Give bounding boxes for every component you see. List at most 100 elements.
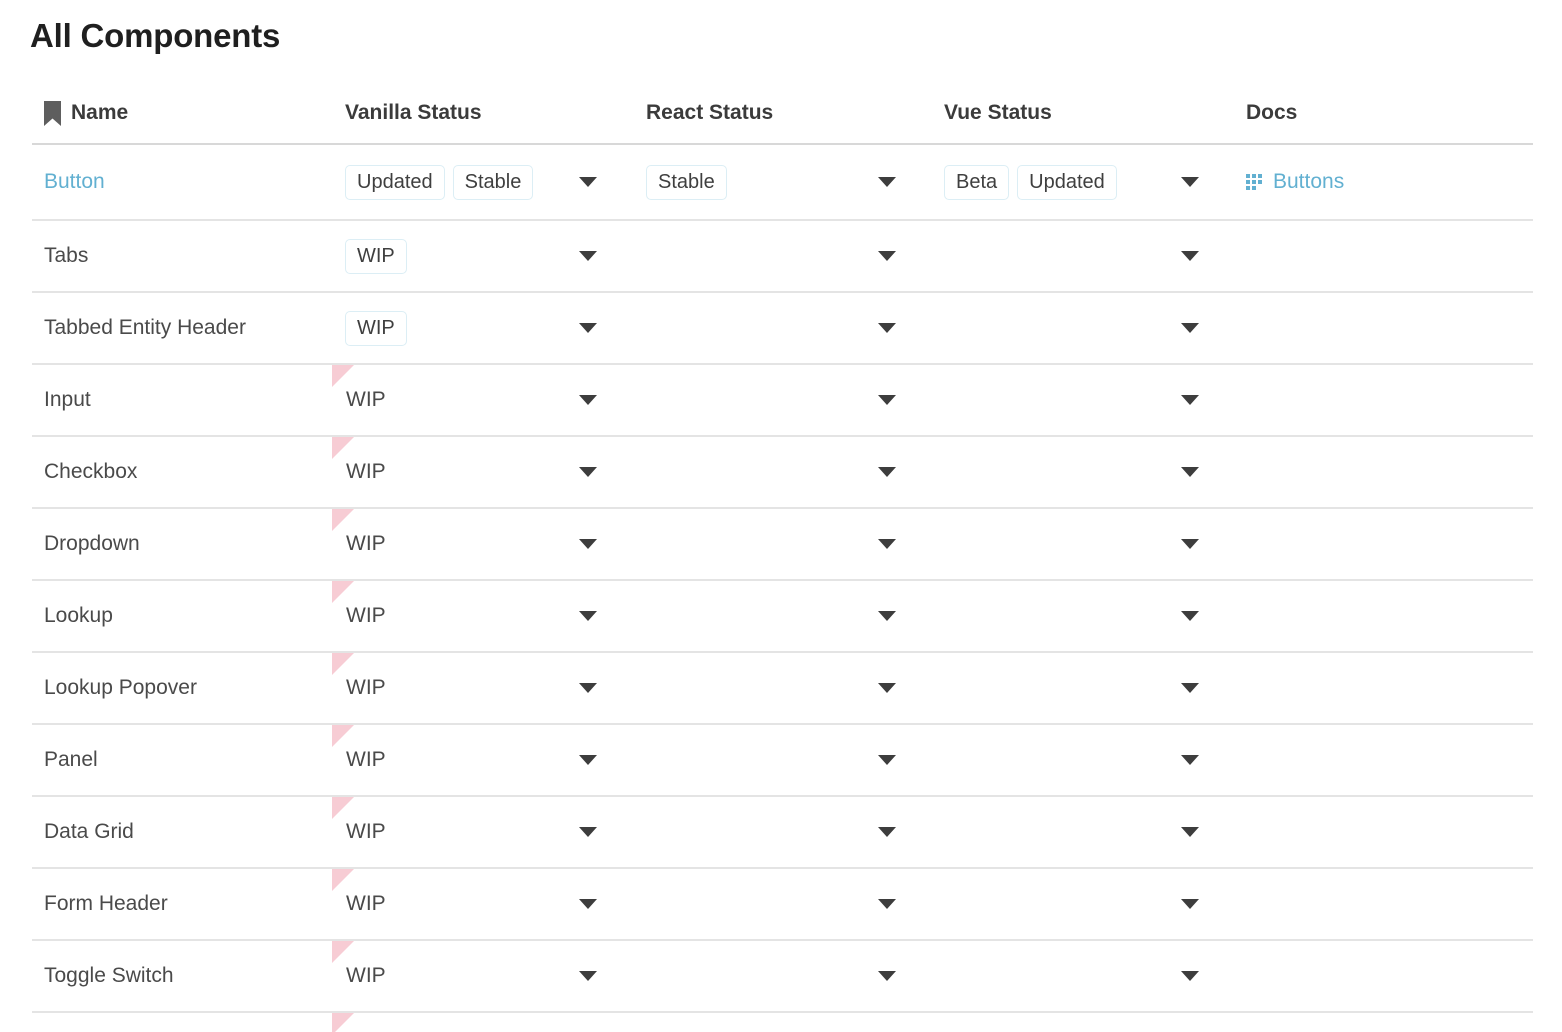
status-dropdown-caret-react[interactable]	[878, 467, 896, 477]
vue-status-cell	[931, 940, 1233, 1013]
vue-status-cell	[931, 508, 1233, 581]
component-name-content: Form Header	[32, 869, 332, 939]
status-badge[interactable]: Beta	[944, 164, 1010, 200]
status-dropdown-caret-vue[interactable]	[1181, 899, 1199, 909]
column-header-docs[interactable]: Docs	[1233, 100, 1533, 145]
status-dropdown-caret-vue[interactable]	[1181, 467, 1199, 477]
status-dropdown-caret-react[interactable]	[878, 683, 896, 693]
status-dropdown-caret-react[interactable]	[878, 611, 896, 621]
table-row: Lookup Popover WIP	[32, 652, 1533, 725]
component-name-cell: Toggle Switch	[32, 940, 332, 1013]
wip-corner-flag	[332, 1013, 354, 1032]
table-row: Lookup WIP	[32, 580, 1533, 653]
component-name-cell: Dropdown	[32, 508, 332, 581]
component-name-content: Checkbox	[32, 437, 332, 507]
status-badge-group: WIP	[345, 238, 407, 274]
column-header-react-status-label: React Status	[646, 101, 774, 124]
react-status-cell	[633, 868, 931, 941]
component-name-label: Panel	[44, 748, 98, 771]
docs-cell	[1233, 796, 1533, 869]
docs-content	[1233, 437, 1533, 507]
column-header-react-status[interactable]: React Status	[633, 100, 931, 145]
status-dropdown-caret-vanilla[interactable]	[579, 467, 597, 477]
status-text: WIP	[346, 388, 386, 411]
status-dropdown-caret-vue[interactable]	[1181, 251, 1199, 261]
status-dropdown-caret-vanilla[interactable]	[579, 683, 597, 693]
component-name-link[interactable]: Button	[44, 170, 105, 194]
status-badge[interactable]: Updated	[1017, 164, 1117, 200]
status-dropdown-caret-vanilla[interactable]	[579, 323, 597, 333]
vue-status-cell	[931, 652, 1233, 725]
components-table: Name Vanilla Status React Status Vue Sta…	[32, 100, 1533, 1032]
status-dropdown-caret-react[interactable]	[878, 971, 896, 981]
status-dropdown-caret-react[interactable]	[878, 899, 896, 909]
status-dropdown-caret-vue[interactable]	[1181, 395, 1199, 405]
component-name-cell: Lookup Popover	[32, 652, 332, 725]
column-header-vanilla-status-label: Vanilla Status	[345, 101, 482, 124]
docs-link[interactable]: Buttons	[1273, 170, 1344, 194]
vanilla-status-cell: WIP	[332, 364, 633, 437]
status-badge[interactable]: Stable	[646, 164, 727, 200]
status-dropdown-caret-vanilla[interactable]	[579, 899, 597, 909]
vue-status-cell	[931, 364, 1233, 437]
component-name-label: Form Header	[44, 892, 168, 915]
component-name-label: Input	[44, 388, 91, 411]
status-dropdown-caret-react[interactable]	[878, 755, 896, 765]
table-row: Form Header WIP	[32, 868, 1533, 941]
status-dropdown-caret-react[interactable]	[878, 827, 896, 837]
status-badge-group: Beta Updated	[944, 164, 1117, 200]
status-dropdown-caret-vue[interactable]	[1181, 683, 1199, 693]
status-dropdown-caret-vanilla[interactable]	[579, 827, 597, 837]
status-dropdown-caret-vue[interactable]	[1181, 323, 1199, 333]
react-status-cell	[633, 292, 931, 365]
status-dropdown-caret-vanilla[interactable]	[579, 539, 597, 549]
status-dropdown-caret-vue[interactable]	[1181, 755, 1199, 765]
status-dropdown-caret-react[interactable]	[878, 251, 896, 261]
table-row: Dropdown WIP	[32, 508, 1533, 581]
component-name-label: Toggle Switch	[44, 964, 174, 987]
status-dropdown-caret-vanilla[interactable]	[579, 611, 597, 621]
docs-content	[1233, 941, 1533, 1011]
vue-status-cell: Beta Updated	[931, 144, 1233, 221]
component-name-cell: Panel	[32, 724, 332, 797]
react-status-cell	[633, 580, 931, 653]
vanilla-status-cell: WIP	[332, 652, 633, 725]
vanilla-status-cell: WIP	[332, 220, 633, 293]
status-dropdown-caret-react[interactable]	[878, 539, 896, 549]
status-dropdown-caret-vanilla[interactable]	[579, 755, 597, 765]
component-name-content: Tabs	[32, 221, 332, 291]
column-header-vanilla-status[interactable]: Vanilla Status	[332, 100, 633, 145]
status-dropdown-caret-vanilla[interactable]	[579, 971, 597, 981]
component-name-label: Dropdown	[44, 532, 140, 555]
component-name-content: Lookup	[32, 581, 332, 651]
component-name-content: Panel	[32, 725, 332, 795]
status-dropdown-caret-vue[interactable]	[1181, 827, 1199, 837]
react-status-cell	[633, 796, 931, 869]
status-dropdown-caret-vanilla[interactable]	[579, 395, 597, 405]
vanilla-status-cell: WIP	[332, 940, 633, 1013]
status-dropdown-caret-vanilla[interactable]	[579, 177, 597, 187]
table-header-row: Name Vanilla Status React Status Vue Sta…	[32, 100, 1533, 145]
status-dropdown-caret-react[interactable]	[878, 177, 896, 187]
table-body: Button Updated Stable Stable Beta Updated Butt…	[32, 144, 1533, 1032]
docs-content	[1233, 365, 1533, 435]
component-name-cell: Form Header	[32, 868, 332, 941]
status-dropdown-caret-vue[interactable]	[1181, 539, 1199, 549]
status-badge[interactable]: Updated	[345, 164, 445, 200]
status-dropdown-caret-vanilla[interactable]	[579, 251, 597, 261]
status-badge[interactable]: Stable	[452, 164, 534, 200]
component-name-content: Lookup Popover	[32, 653, 332, 723]
column-header-name[interactable]: Name	[32, 100, 332, 145]
column-header-vue-status[interactable]: Vue Status	[931, 100, 1233, 145]
status-dropdown-caret-vue[interactable]	[1181, 177, 1199, 187]
status-text: WIP	[346, 604, 386, 627]
status-badge[interactable]: WIP	[345, 238, 407, 274]
status-dropdown-caret-vue[interactable]	[1181, 611, 1199, 621]
react-status-cell	[633, 364, 931, 437]
docs-cell	[1233, 220, 1533, 293]
status-badge[interactable]: WIP	[345, 310, 407, 346]
status-dropdown-caret-vue[interactable]	[1181, 971, 1199, 981]
column-header-vue-status-label: Vue Status	[944, 101, 1052, 124]
status-dropdown-caret-react[interactable]	[878, 323, 896, 333]
status-dropdown-caret-react[interactable]	[878, 395, 896, 405]
